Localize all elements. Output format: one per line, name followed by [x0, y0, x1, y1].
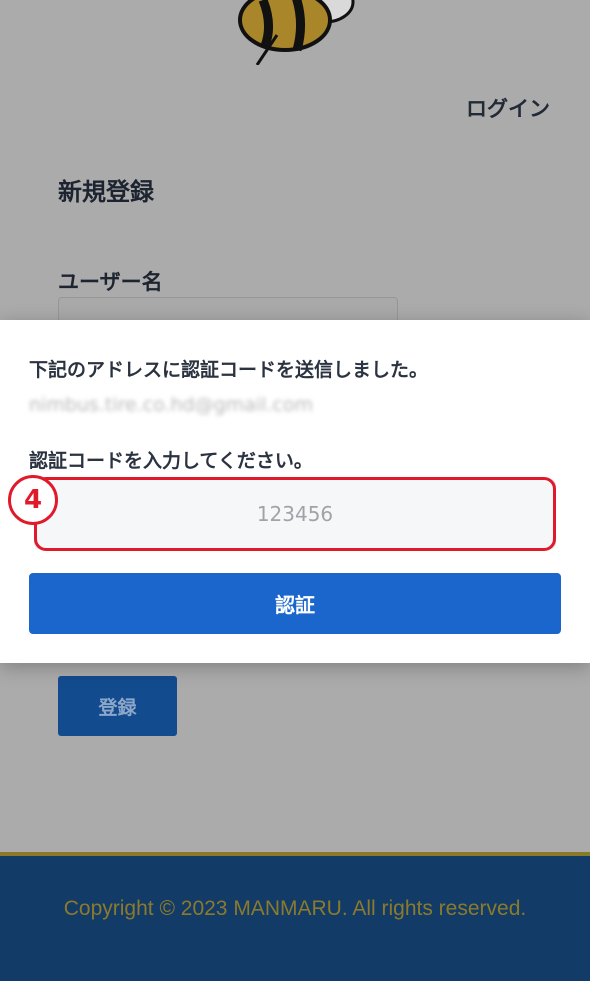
footer: Copyright © 2023 MANMARU. All rights res… [0, 852, 590, 981]
modal-instruction: 認証コードを入力してください。 [29, 450, 313, 472]
username-label: ユーザー名 [58, 270, 163, 294]
modal-email: nimbus.tire.co.hd@gmail.com [29, 394, 313, 416]
register-button[interactable]: 登録 [58, 676, 177, 736]
verification-code-input[interactable] [34, 479, 556, 549]
verification-modal: 下記のアドレスに認証コードを送信しました。 nimbus.tire.co.hd@… [0, 320, 590, 663]
verify-button[interactable]: 認証 [29, 573, 561, 634]
footer-copyright: Copyright © 2023 MANMARU. All rights res… [63, 896, 527, 920]
page-title: 新規登録 [58, 178, 154, 206]
modal-message: 下記のアドレスに認証コードを送信しました。 [29, 359, 429, 381]
bee-logo-icon [238, 0, 355, 65]
login-link[interactable]: ログイン [466, 93, 550, 123]
annotation-step-badge: 4 [8, 475, 58, 525]
